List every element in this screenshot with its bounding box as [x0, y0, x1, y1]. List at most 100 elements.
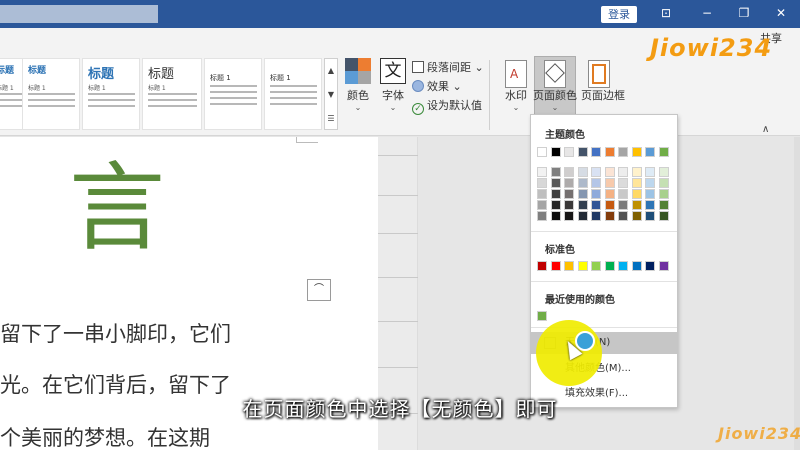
collapse-ribbon-icon[interactable]: ∧ — [762, 124, 769, 135]
theme-shade-swatch[interactable] — [618, 200, 628, 210]
theme-color-swatch[interactable] — [537, 147, 547, 157]
chevron-up-icon[interactable]: ▲ — [325, 59, 337, 83]
theme-shade-swatch[interactable] — [577, 167, 588, 177]
ribbon-display-options-icon[interactable]: ⊡ — [659, 6, 673, 20]
theme-shade-swatch[interactable] — [618, 211, 628, 221]
theme-shade-swatch[interactable] — [658, 211, 669, 221]
theme-shade-swatch[interactable] — [591, 167, 601, 177]
theme-shade-swatch[interactable] — [537, 189, 547, 199]
search-box[interactable] — [0, 5, 158, 23]
standard-color-swatch[interactable] — [564, 261, 574, 271]
standard-color-swatch[interactable] — [645, 261, 655, 271]
theme-shade-swatch[interactable] — [618, 167, 628, 177]
theme-shade-swatch[interactable] — [564, 189, 574, 199]
theme-shade-swatch[interactable] — [564, 200, 574, 210]
style-gallery-scroll[interactable]: ▲ ▼ ☰ — [324, 58, 338, 130]
paragraph-spacing-button[interactable]: 段落间距 ⌄ — [412, 59, 484, 75]
watermark-button[interactable]: 水印 ⌄ — [500, 87, 532, 113]
theme-color-swatch[interactable] — [604, 147, 615, 157]
theme-shade-swatch[interactable] — [658, 189, 669, 199]
style-thumb-2[interactable]: 标题 标题 1 — [22, 58, 80, 130]
theme-shade-swatch[interactable] — [604, 211, 615, 221]
layout-options-icon[interactable]: ⌒ — [307, 279, 331, 301]
theme-shade-swatch[interactable] — [537, 211, 547, 221]
theme-shade-swatch[interactable] — [618, 178, 628, 188]
style-thumb-6[interactable]: 标题 1 — [264, 58, 322, 130]
theme-color-swatch[interactable] — [645, 147, 655, 157]
theme-shade-swatch[interactable] — [577, 200, 588, 210]
standard-color-swatch[interactable] — [604, 261, 615, 271]
effects-button[interactable]: 效果 ⌄ — [412, 78, 462, 94]
standard-color-swatch[interactable] — [577, 261, 588, 271]
theme-shade-swatch[interactable] — [645, 189, 655, 199]
theme-shade-swatch[interactable] — [550, 189, 561, 199]
login-button[interactable]: 登录 — [601, 6, 637, 23]
standard-color-swatch[interactable] — [618, 261, 628, 271]
standard-color-swatch[interactable] — [550, 261, 561, 271]
theme-shade-swatch[interactable] — [645, 178, 655, 188]
set-default-button[interactable]: ✓ 设为默认值 — [412, 97, 482, 115]
theme-shade-swatch[interactable] — [564, 211, 574, 221]
colors-icon[interactable] — [345, 58, 371, 84]
theme-color-swatch[interactable] — [564, 147, 574, 157]
font-icon[interactable]: 文 — [380, 58, 406, 84]
theme-shade-swatch[interactable] — [645, 211, 655, 221]
theme-color-swatch[interactable] — [550, 147, 561, 157]
page-border-button[interactable]: 页面边框 — [578, 87, 628, 103]
theme-shade-swatch[interactable] — [577, 211, 588, 221]
theme-color-swatch[interactable] — [591, 147, 601, 157]
page-border-icon[interactable] — [588, 60, 610, 88]
theme-shade-swatch[interactable] — [631, 211, 642, 221]
theme-shade-swatch[interactable] — [564, 178, 574, 188]
gallery-more-icon[interactable]: ☰ — [325, 107, 337, 131]
font-button[interactable]: 字体 ⌄ — [378, 87, 408, 113]
recent-color-swatch[interactable] — [537, 311, 547, 321]
standard-color-swatch[interactable] — [658, 261, 669, 271]
style-thumb-3[interactable]: 标题 标题 1 — [82, 58, 140, 130]
standard-color-swatch[interactable] — [591, 261, 601, 271]
theme-shade-swatch[interactable] — [577, 189, 588, 199]
theme-shade-swatch[interactable] — [645, 200, 655, 210]
colors-button[interactable]: 颜色 ⌄ — [343, 87, 373, 113]
theme-shade-swatch[interactable] — [631, 167, 642, 177]
theme-shade-swatch[interactable] — [604, 200, 615, 210]
theme-shade-swatch[interactable] — [591, 178, 601, 188]
theme-shade-swatch[interactable] — [631, 178, 642, 188]
theme-color-swatch[interactable] — [577, 147, 588, 157]
style-thumb-5[interactable]: 标题 1 — [204, 58, 262, 130]
theme-shade-swatch[interactable] — [631, 200, 642, 210]
theme-shade-swatch[interactable] — [550, 178, 561, 188]
minimize-icon[interactable]: − — [700, 6, 714, 20]
theme-shade-swatch[interactable] — [631, 189, 642, 199]
theme-shade-swatch[interactable] — [564, 167, 574, 177]
restore-icon[interactable]: ❐ — [737, 6, 751, 20]
theme-shade-swatch[interactable] — [550, 211, 561, 221]
page-color-icon[interactable] — [544, 60, 566, 88]
chevron-down-icon[interactable]: ▼ — [325, 83, 337, 107]
theme-shade-swatch[interactable] — [591, 211, 601, 221]
theme-shade-swatch[interactable] — [604, 189, 615, 199]
page-color-label-wrap[interactable]: 页面颜色 ⌄ — [530, 87, 580, 113]
theme-shade-swatch[interactable] — [618, 189, 628, 199]
theme-shade-swatch[interactable] — [550, 200, 561, 210]
theme-shade-swatch[interactable] — [645, 167, 655, 177]
theme-color-swatch[interactable] — [618, 147, 628, 157]
theme-shade-swatch[interactable] — [537, 167, 547, 177]
theme-color-swatch[interactable] — [658, 147, 669, 157]
close-icon[interactable]: ✕ — [774, 6, 788, 20]
theme-shade-swatch[interactable] — [658, 178, 669, 188]
watermark-icon[interactable]: A — [505, 60, 527, 88]
theme-shade-swatch[interactable] — [550, 167, 561, 177]
theme-shade-swatch[interactable] — [537, 178, 547, 188]
theme-color-swatch[interactable] — [631, 147, 642, 157]
theme-shade-swatch[interactable] — [658, 167, 669, 177]
standard-color-swatch[interactable] — [537, 261, 547, 271]
theme-shade-swatch[interactable] — [604, 167, 615, 177]
theme-shade-swatch[interactable] — [591, 189, 601, 199]
theme-shade-swatch[interactable] — [591, 200, 601, 210]
theme-shade-swatch[interactable] — [658, 200, 669, 210]
theme-shade-swatch[interactable] — [604, 178, 615, 188]
standard-color-swatch[interactable] — [631, 261, 642, 271]
theme-shade-swatch[interactable] — [537, 200, 547, 210]
theme-shade-swatch[interactable] — [577, 178, 588, 188]
